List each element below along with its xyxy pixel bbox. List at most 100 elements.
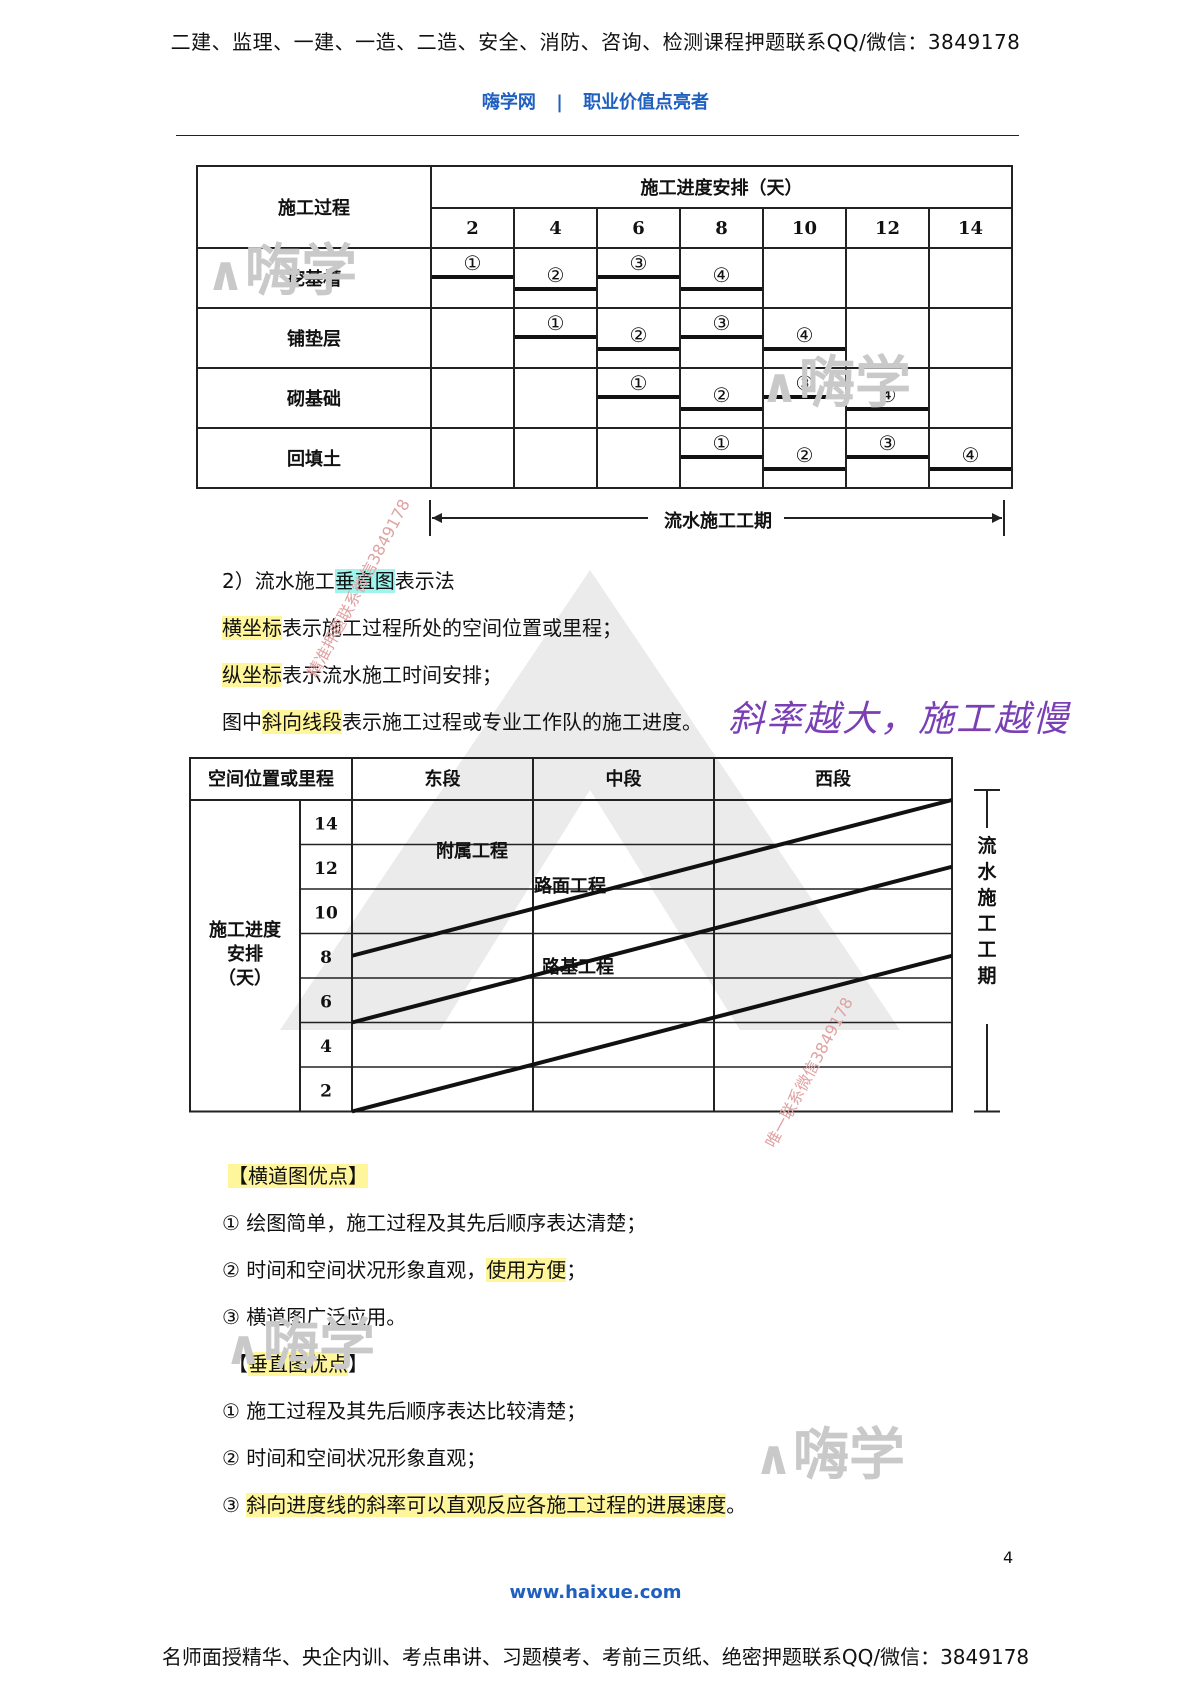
segment-mark: ③ (878, 431, 897, 455)
process-name: 回填土 (196, 427, 432, 489)
progress-line (351, 953, 953, 1114)
process-name: 砌基础 (196, 367, 432, 429)
schedule-cell (928, 307, 1013, 369)
progress-bar (681, 407, 762, 411)
bottom-promo-line: 名师面授精华、央企内训、考点串讲、习题模考、考前三页纸、绝密押题联系QQ/微信：… (161, 1645, 1030, 1669)
schedule-cell: ① (679, 427, 764, 489)
brand-slogan: 职业价值点亮者 (583, 92, 710, 113)
segment-mark: ④ (712, 263, 731, 287)
handwritten-note: 斜率越大，施工越慢 (728, 699, 1071, 740)
schedule-cell: ③ (845, 427, 930, 489)
section2-title: 2）流水施工垂直图表示法 (222, 569, 455, 593)
day-header: 6 (596, 207, 681, 249)
header-schedule: 施工进度安排（天） (430, 165, 1013, 209)
day-label: 8 (320, 948, 332, 968)
day-label: 2 (320, 1081, 332, 1101)
day-label: 6 (320, 992, 332, 1012)
line-label-pavement: 路面工程 (534, 875, 606, 897)
schedule-cell (513, 367, 598, 429)
progress-bar (681, 287, 762, 291)
ylabel-line: （天） (218, 968, 272, 989)
section2-line3: 图中斜向线段表示施工过程或专业工作队的施工进度。 (222, 710, 702, 734)
period-char: 施 (977, 886, 996, 909)
segment-mark: ③ (629, 251, 648, 275)
progress-bar (598, 275, 679, 279)
progress-bar (681, 335, 762, 339)
schedule-cell (596, 427, 681, 489)
schedule-cell: ④ (928, 427, 1013, 489)
vert-adv-item-1: ① 施工过程及其先后顺序表达比较清楚； (222, 1399, 587, 1423)
progress-bar (847, 455, 928, 459)
progress-line (351, 864, 953, 1025)
vert-adv-item-2: ② 时间和空间状况形象直观； (222, 1446, 487, 1470)
page-number: 4 (1003, 1548, 1014, 1567)
ylabel-line: 施工进度 (209, 919, 282, 941)
day-label: 10 (314, 903, 338, 923)
segment-mark: ② (629, 323, 648, 347)
segment-label: 东段 (425, 768, 462, 790)
section2-line2: 纵坐标表示流水施工时间安排； (222, 663, 502, 687)
schedule-cell: ④ (679, 247, 764, 309)
schedule-cell: ② (596, 307, 681, 369)
day-label: 14 (314, 814, 338, 834)
schedule-cell (430, 307, 515, 369)
schedule-cell (430, 367, 515, 429)
period-char: 流 (977, 834, 996, 857)
schedule-cell: ① (430, 247, 515, 309)
segment-mark: ② (712, 383, 731, 407)
bar-adv-title: 【横道图优点】 (228, 1164, 368, 1188)
progress-bar (515, 287, 596, 291)
day-header: 2 (430, 207, 515, 249)
progress-line (351, 798, 953, 958)
brand-header: 嗨学网 | 职业价值点亮者 (0, 88, 1191, 114)
schedule-cell: ① (513, 307, 598, 369)
segment-mark: ③ (712, 311, 731, 335)
schedule-cell (762, 247, 847, 309)
period-label-1: 流水施工工期 (664, 511, 772, 532)
segment-label: 西段 (815, 768, 852, 790)
section2-line1: 横坐标表示施工过程所处的空间位置或里程； (222, 616, 622, 640)
logo-watermark-2: ∧嗨学 (760, 351, 911, 416)
schedule-row: 回填土 ① ② ③ ④ (196, 427, 1013, 489)
segment-mark: ① (629, 371, 648, 395)
period-char: 工 (977, 939, 996, 961)
bar-adv-item-2: ② 时间和空间状况形象直观，使用方便； (222, 1258, 587, 1282)
chart-frame (189, 757, 953, 1113)
schedule-cell (513, 427, 598, 489)
schedule-cell: ② (679, 367, 764, 429)
day-header: 4 (513, 207, 598, 249)
segment-mark: ④ (961, 443, 980, 467)
day-label: 4 (320, 1037, 332, 1057)
brand-name: 嗨学网 (481, 92, 536, 113)
line-label-attached: 附属工程 (436, 840, 508, 862)
schedule-cell (845, 247, 930, 309)
progress-bar (764, 467, 845, 471)
schedule-cell: ③ (596, 247, 681, 309)
progress-bar (515, 335, 596, 339)
logo-watermark-1: ∧嗨学 (206, 239, 357, 304)
day-header: 14 (928, 207, 1013, 249)
schedule-cell: ② (513, 247, 598, 309)
logo-watermark-3: ∧嗨学 (224, 1313, 375, 1378)
ylabel-line: 安排 (227, 943, 263, 965)
header-space-label: 空间位置或里程 (208, 768, 334, 790)
segment-mark: ① (463, 251, 482, 275)
segment-mark: ② (546, 263, 565, 287)
vert-adv-item-3: ③ 斜向进度线的斜率可以直观反应各施工过程的进展速度。 (222, 1493, 747, 1517)
progress-bar (930, 467, 1011, 471)
top-promo-line: 二建、监理、一建、一造、二造、安全、消防、咨询、检测课程押题联系QQ/微信：38… (170, 30, 1021, 54)
horizontal-bar-schedule-table: 施工过程 施工进度安排（天） 2 4 6 8 10 12 14 挖基槽 ① ② ③ ④ 铺垫层 ① ② ③ ④… (196, 165, 1013, 489)
schedule-cell (928, 247, 1013, 309)
schedule-cell (928, 367, 1013, 429)
header-divider (176, 135, 1019, 136)
footer-url-link[interactable]: www.haixue.com (0, 1582, 1191, 1603)
progress-bar (598, 347, 679, 351)
brand-separator: | (556, 92, 563, 113)
vertical-chart: 空间位置或里程 东段 中段 西段施工进度安排 （天） 14 12 10 8 6 4 2 附属工程路面工程… (189, 757, 1000, 1114)
progress-bar (681, 455, 762, 459)
progress-bar (432, 275, 513, 279)
bar-adv-item-1: ① 绘图简单，施工过程及其先后顺序表达清楚； (222, 1211, 647, 1235)
period-char: 期 (977, 965, 996, 987)
day-header: 8 (679, 207, 764, 249)
day-header: 12 (845, 207, 930, 249)
